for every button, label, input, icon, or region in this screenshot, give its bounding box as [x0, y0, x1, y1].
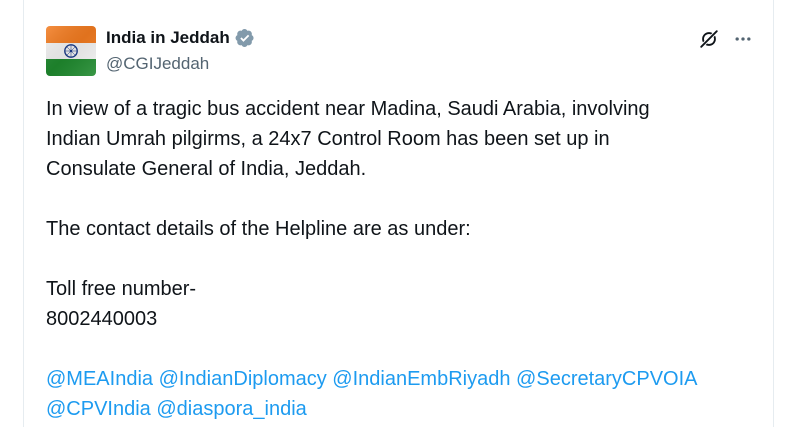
avatar[interactable] — [46, 26, 96, 76]
mention-link[interactable]: @CPVIndia — [46, 398, 151, 420]
more-options-button[interactable] — [730, 26, 756, 52]
phone-number: 8002440003 — [46, 308, 158, 330]
mentions-line-2: @CPVIndia @diaspora_india — [46, 394, 758, 424]
grok-icon — [700, 30, 718, 48]
tweet-card: India in Jeddah @CGIJeddah In view of a … — [23, 0, 774, 427]
mention-link[interactable]: @SecretaryCPVOIA — [516, 368, 697, 390]
tweet-line: In view of a tragic bus accident near Ma… — [46, 98, 650, 120]
tweet-line: Toll free number- — [46, 278, 197, 300]
tweet-line: The contact details of the Helpline are … — [46, 218, 471, 240]
display-name[interactable]: India in Jeddah — [106, 27, 230, 49]
tweet-line: Consulate General of India, Jeddah. — [46, 158, 367, 180]
mentions-line-1: @MEAIndia @IndianDiplomacy @IndianEmbRiy… — [46, 364, 758, 394]
mention-link[interactable]: @IndianDiplomacy — [159, 368, 327, 390]
more-icon — [735, 37, 751, 41]
mention-link[interactable]: @IndianEmbRiyadh — [332, 368, 510, 390]
author-name-row[interactable]: India in Jeddah — [106, 27, 255, 49]
mention-link[interactable]: @diaspora_india — [156, 398, 306, 420]
handle[interactable]: @CGIJeddah — [106, 53, 209, 75]
verified-badge-icon — [235, 28, 255, 48]
grok-button[interactable] — [696, 26, 722, 52]
mention-link[interactable]: @MEAIndia — [46, 368, 153, 390]
tweet-line: Indian Umrah pilgirms, a 24x7 Control Ro… — [46, 128, 610, 150]
tweet-text: In view of a tragic bus accident near Ma… — [46, 94, 758, 424]
india-flag-icon — [46, 26, 96, 76]
